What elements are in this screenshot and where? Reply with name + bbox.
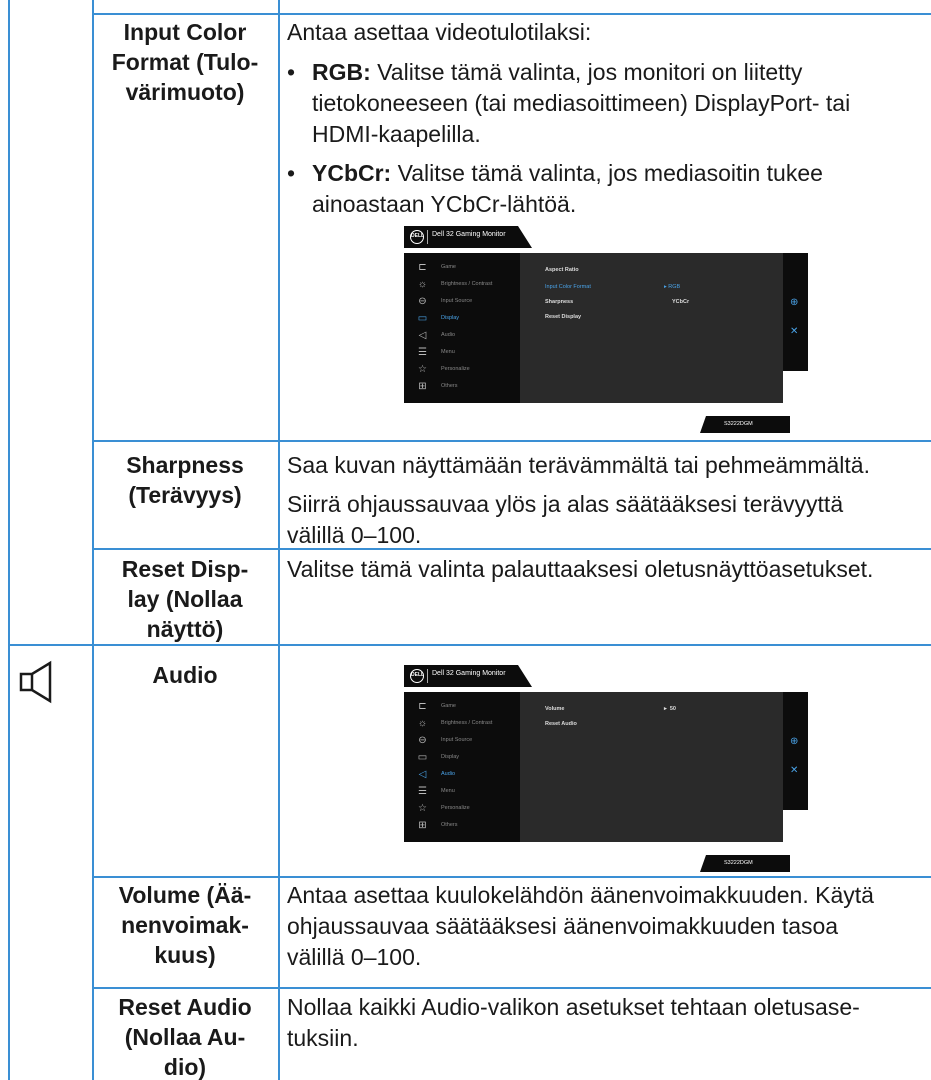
others-icon: ⊞ <box>418 820 427 831</box>
osd-value-rgb[interactable]: ▸ RGB <box>664 284 680 290</box>
personalize-icon: ☆ <box>418 364 427 375</box>
osd-menu-item-input-source[interactable]: ⊖ Input Source <box>404 294 520 310</box>
osd-model-tag: S3222DGM <box>700 855 790 872</box>
row-label-sharpness: Sharpness (Terävyys) <box>126 452 244 508</box>
osd-menu: ⊏ Game ☼ Brightness / Contrast ⊖ Input Sour… <box>404 692 520 842</box>
dell-logo-icon: DELL <box>410 669 424 683</box>
brightness-icon: ☼ <box>417 718 428 729</box>
osd-menu-item-menu[interactable]: ☰ Menu <box>404 784 520 800</box>
brightness-icon: ☼ <box>417 279 428 290</box>
osd-submenu: Aspect Ratio Input Color Format Sharpnes… <box>520 253 783 403</box>
close-icon[interactable]: ✕ <box>790 326 798 337</box>
osd-menu-item-personalize[interactable]: ☆ Personalize <box>404 801 520 817</box>
osd-nav-panel: ⊕ ✕ <box>783 692 808 810</box>
audio-icon: ◁ <box>418 769 427 780</box>
personalize-icon: ☆ <box>418 803 427 814</box>
sharpness-description: Saa kuvan näyttämään terävämmältä tai pe… <box>287 452 870 548</box>
rgb-bullet: • RGB: Valitse tämä valinta, jos monitor… <box>287 59 851 147</box>
input-source-icon: ⊖ <box>418 296 427 307</box>
speaker-icon <box>19 660 52 704</box>
osd-title-tab: DELL Dell 32 Gaming Monitor <box>404 665 534 687</box>
row-label-volume: Volume (Ää- nenvoimak- kuus) <box>118 882 252 968</box>
osd-menu-item-brightness[interactable]: ☼ Brightness / Contrast <box>404 716 520 732</box>
volume-description: Antaa asettaa kuulokelähdön äänenvoimakk… <box>287 882 874 970</box>
input-color-format-intro: Antaa asettaa videotulotilaksi: <box>287 19 592 45</box>
table-rule-2 <box>278 0 280 1080</box>
row-divider <box>92 987 931 989</box>
others-icon: ⊞ <box>418 381 427 392</box>
osd-menu-item-others[interactable]: ⊞ Others <box>404 379 520 395</box>
osd-menu-item-display[interactable]: ▭ Display <box>404 750 520 766</box>
osd-menu-item-menu[interactable]: ☰ Menu <box>404 345 520 361</box>
close-icon[interactable]: ✕ <box>790 765 798 776</box>
osd-panel: ⊏ Game ☼ Brightness / Contrast ⊖ Input Sour… <box>404 253 808 403</box>
row-divider <box>8 644 931 646</box>
osd-submenu: Volume Reset Audio ▸ 50 <box>520 692 783 842</box>
osd-menu-item-audio[interactable]: ◁ Audio <box>404 328 520 344</box>
display-icon: ▭ <box>417 752 428 763</box>
osd-option-volume[interactable]: Volume <box>545 706 564 712</box>
joystick-icon[interactable]: ⊕ <box>790 297 798 308</box>
osd-title-tab: DELL Dell 32 Gaming Monitor <box>404 226 534 248</box>
osd-option-reset-display[interactable]: Reset Display <box>545 314 581 320</box>
reset-display-description: Valitse tämä valinta palauttaaksesi olet… <box>287 556 874 582</box>
row-label-audio: Audio <box>152 662 218 688</box>
input-source-icon: ⊖ <box>418 735 427 746</box>
osd-menu: ⊏ Game ☼ Brightness / Contrast ⊖ Input Sour… <box>404 253 520 403</box>
osd-title: Dell 32 Gaming Monitor <box>432 670 506 677</box>
row-divider <box>92 440 931 442</box>
osd-menu-item-others[interactable]: ⊞ Others <box>404 818 520 834</box>
row-divider <box>92 876 931 878</box>
osd-menu-item-personalize[interactable]: ☆ Personalize <box>404 362 520 378</box>
row-label-reset-audio: Reset Audio (Nollaa Au- dio) <box>118 994 252 1080</box>
dell-logo-icon: DELL <box>410 230 424 244</box>
row-label-reset-display: Reset Disp- lay (Nollaa näyttö) <box>121 556 249 642</box>
osd-option-sharpness[interactable]: Sharpness <box>545 299 573 305</box>
joystick-icon[interactable]: ⊕ <box>790 736 798 747</box>
osd-menu-item-brightness[interactable]: ☼ Brightness / Contrast <box>404 277 520 293</box>
osd-menu-item-input-source[interactable]: ⊖ Input Source <box>404 733 520 749</box>
page-left-rule <box>8 0 10 1080</box>
row-label-input-color-format: Input Color Format (Tulo- värimuoto) <box>111 19 259 105</box>
menu-icon: ☰ <box>418 347 427 358</box>
game-icon: ⊏ <box>418 262 427 273</box>
osd-menu-item-audio[interactable]: ◁ Audio <box>404 767 520 783</box>
game-icon: ⊏ <box>418 701 427 712</box>
osd-nav-panel: ⊕ ✕ <box>783 253 808 371</box>
audio-icon: ◁ <box>418 330 427 341</box>
osd-menu-item-game[interactable]: ⊏ Game <box>404 699 520 715</box>
osd-value-ycbcr[interactable]: YCbCr <box>672 299 689 305</box>
osd-menu-item-game[interactable]: ⊏ Game <box>404 260 520 276</box>
osd-option-aspect-ratio[interactable]: Aspect Ratio <box>545 267 579 273</box>
osd-option-input-color-format[interactable]: Input Color Format <box>545 284 591 290</box>
osd-panel: ⊏ Game ☼ Brightness / Contrast ⊖ Input Sour… <box>404 692 808 842</box>
osd-option-reset-audio[interactable]: Reset Audio <box>545 721 577 727</box>
osd-model-tag: S3222DGM <box>700 416 790 433</box>
osd-title: Dell 32 Gaming Monitor <box>432 231 506 238</box>
display-icon: ▭ <box>417 313 428 324</box>
osd-value-volume[interactable]: ▸ 50 <box>664 706 676 712</box>
reset-audio-description: Nollaa kaikki Audio-valikon asetukset te… <box>287 994 860 1051</box>
osd-menu-item-display[interactable]: ▭ Display <box>404 311 520 327</box>
row-divider <box>92 13 931 15</box>
ycbcr-bullet: • YCbCr: Valitse tämä valinta, jos media… <box>287 160 823 217</box>
menu-icon: ☰ <box>418 786 427 797</box>
